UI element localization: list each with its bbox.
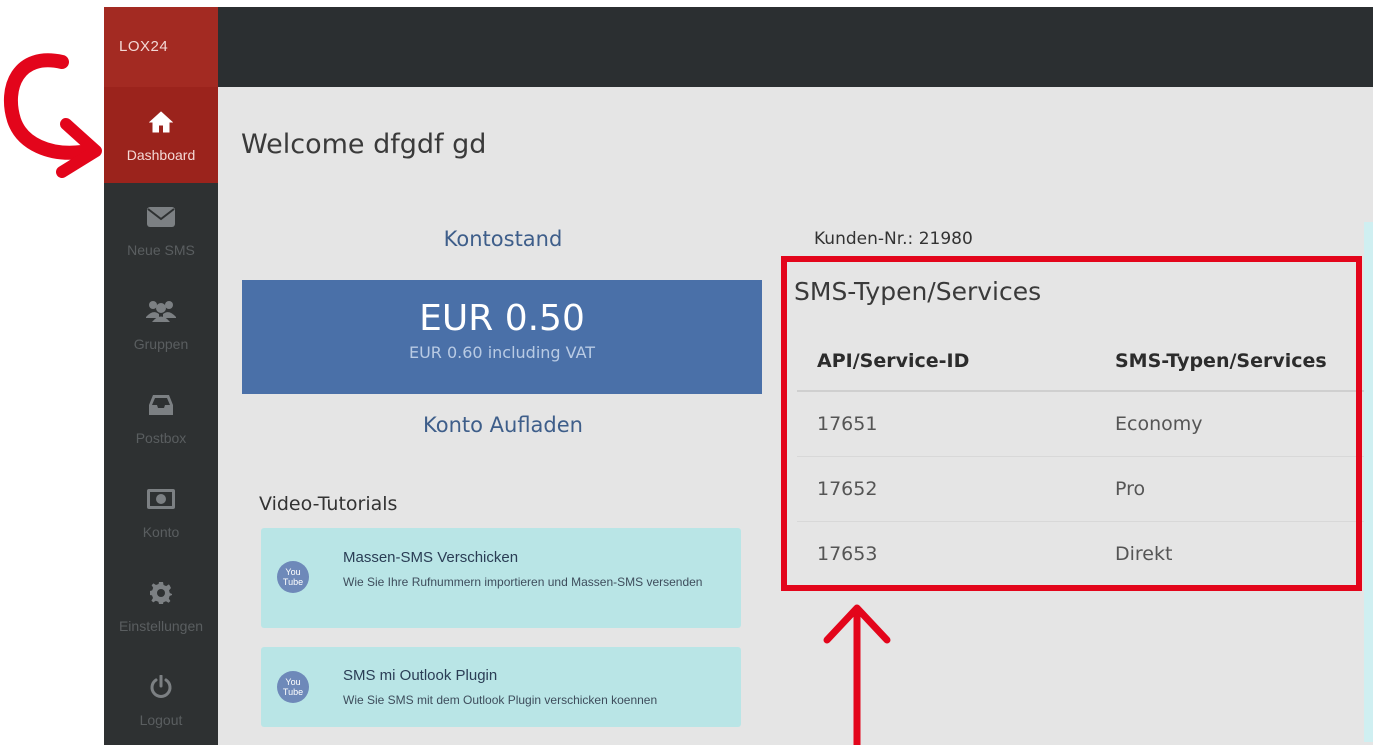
sidebar-item-einstellungen[interactable]: Einstellungen — [104, 559, 218, 653]
tutorial-card-mass-sms[interactable]: You Tube Massen-SMS Verschicken Wie Sie … — [261, 528, 741, 628]
tutorial-description: Wie Sie SMS mit dem Outlook Plugin versc… — [343, 693, 658, 707]
sidebar-item-label: Neue SMS — [127, 242, 195, 258]
sidebar-item-label: Dashboard — [126, 147, 196, 163]
app-window: LOX24 Dashboard Neue SMS Gruppen Postbox — [104, 7, 1373, 745]
sidebar-item-postbox[interactable]: Postbox — [104, 371, 218, 465]
balance-card: EUR 0.50 EUR 0.60 including VAT — [242, 280, 762, 394]
topup-link[interactable]: Konto Aufladen — [244, 413, 762, 437]
tutorial-card-outlook-plugin[interactable]: You Tube SMS mi Outlook Plugin Wie Sie S… — [261, 647, 741, 727]
power-icon — [146, 672, 176, 702]
sidebar-item-neue-sms[interactable]: Neue SMS — [104, 183, 218, 277]
balance-vat: EUR 0.60 including VAT — [408, 343, 596, 362]
sidebar-item-logout[interactable]: Logout — [104, 653, 218, 745]
sidebar-item-dashboard[interactable]: Dashboard — [104, 87, 218, 183]
video-tutorials-title: Video-Tutorials — [259, 493, 398, 515]
tutorial-title: Massen-SMS Verschicken — [343, 549, 519, 566]
youtube-icon: You Tube — [277, 671, 309, 703]
tutorial-description: Wie Sie Ihre Rufnummern importieren und … — [343, 575, 703, 589]
tutorial-title: SMS mi Outlook Plugin — [343, 667, 498, 684]
youtube-icon: You Tube — [277, 561, 309, 593]
curved-arrow-icon — [3, 53, 102, 178]
inbox-icon — [146, 390, 176, 420]
sidebar: LOX24 Dashboard Neue SMS Gruppen Postbox — [104, 7, 218, 745]
gear-icon — [146, 578, 176, 608]
annotation-highlight-box — [781, 256, 1362, 591]
balance-amount: EUR 0.50 — [419, 298, 585, 339]
sidebar-item-konto[interactable]: Konto — [104, 465, 218, 559]
customer-number: Kunden-Nr.: 21980 — [814, 229, 973, 249]
up-arrow-icon — [823, 604, 891, 745]
sidebar-item-label: Konto — [142, 524, 180, 540]
users-icon — [146, 296, 176, 326]
sidebar-item-label: Gruppen — [133, 336, 189, 352]
sidebar-item-label: Postbox — [135, 430, 187, 446]
sidebar-item-label: Einstellungen — [118, 618, 204, 634]
envelope-icon — [146, 202, 176, 232]
sidebar-item-label: Logout — [139, 712, 183, 728]
page-title: Welcome dfgdf gd — [241, 129, 487, 160]
sidebar-item-gruppen[interactable]: Gruppen — [104, 277, 218, 371]
right-edge-panel — [1364, 222, 1373, 742]
top-bar — [218, 7, 1373, 87]
home-icon — [146, 107, 176, 137]
balance-title: Kontostand — [443, 227, 563, 251]
brand-logo[interactable]: LOX24 — [104, 7, 218, 87]
money-icon — [146, 484, 176, 514]
